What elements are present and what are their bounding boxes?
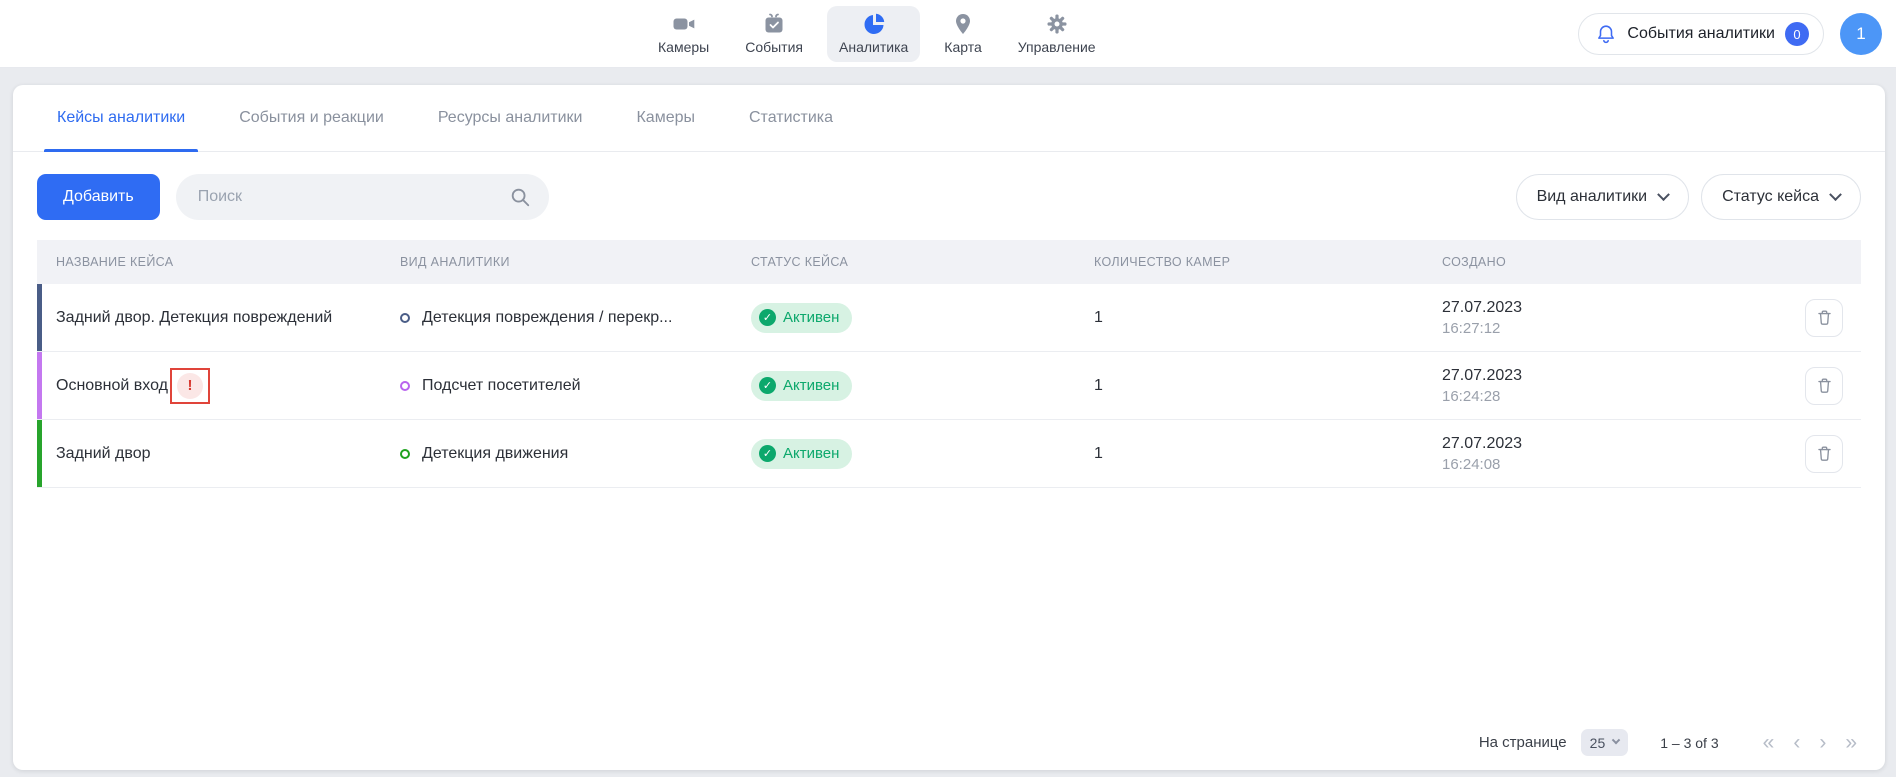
created-date: 27.07.2023 <box>1442 367 1781 385</box>
nav-label: События <box>745 39 803 55</box>
status-badge: ✓Активен <box>751 371 852 401</box>
tab-cameras[interactable]: Камеры <box>623 85 708 151</box>
analytics-type-icon <box>400 313 410 323</box>
top-header-bar: Камеры События Аналитика Карта Управлени… <box>0 0 1896 68</box>
analytics-type-label: Подсчет посетителей <box>422 377 581 395</box>
search-field <box>176 174 549 220</box>
col-header-analytics-type: ВИД АНАЛИТИКИ <box>400 255 751 269</box>
bell-icon <box>1595 23 1617 45</box>
created-time: 16:27:12 <box>1442 320 1781 337</box>
col-header-case-name: НАЗВАНИЕ КЕЙСА <box>56 255 400 269</box>
filter-label: Вид аналитики <box>1537 188 1648 206</box>
previous-page-icon[interactable]: ‹ <box>1793 732 1800 753</box>
alert-exclamation-icon: ! <box>177 373 203 399</box>
chevron-down-icon <box>1612 735 1620 743</box>
row-accent-bar <box>37 420 42 487</box>
search-icon <box>509 186 531 213</box>
status-badge: ✓Активен <box>751 303 852 333</box>
col-header-camera-count: КОЛИЧЕСТВО КАМЕР <box>1094 255 1442 269</box>
page-range: 1 – 3 of 3 <box>1660 735 1718 751</box>
camera-count: 1 <box>1094 377 1442 395</box>
first-page-icon[interactable]: « <box>1763 732 1775 753</box>
delete-case-button[interactable] <box>1805 367 1843 405</box>
nav-label: Карта <box>944 39 981 55</box>
video-camera-icon <box>672 12 696 36</box>
created-cell: 27.07.2023 16:24:08 <box>1442 435 1781 473</box>
nav-item-management[interactable]: Управление <box>1006 6 1108 62</box>
nav-item-cameras[interactable]: Камеры <box>646 6 721 62</box>
trash-icon <box>1815 376 1834 395</box>
created-cell: 27.07.2023 16:24:28 <box>1442 367 1781 405</box>
main-navigation: Камеры События Аналитика Карта Управлени… <box>646 0 1108 68</box>
check-circle-icon: ✓ <box>759 377 776 394</box>
nav-label: Камеры <box>658 39 709 55</box>
status-badge: ✓Активен <box>751 439 852 469</box>
map-pin-icon <box>951 12 975 36</box>
filter-case-status[interactable]: Статус кейса <box>1701 174 1861 220</box>
table-row[interactable]: Основной вход ! Подсчет посетителей ✓Акт… <box>37 352 1861 420</box>
created-cell: 27.07.2023 16:27:12 <box>1442 299 1781 337</box>
next-page-icon[interactable]: › <box>1819 732 1826 753</box>
nav-item-events[interactable]: События <box>733 6 815 62</box>
calendar-check-icon <box>762 12 786 36</box>
analytics-type-icon <box>400 381 410 391</box>
content-card: Кейсы аналитики События и реакции Ресурс… <box>13 85 1885 770</box>
col-header-created: СОЗДАНО <box>1442 255 1781 269</box>
chevron-down-icon <box>1657 188 1670 201</box>
table-row[interactable]: Задний двор Детекция движения ✓Активен 1… <box>37 420 1861 488</box>
created-time: 16:24:28 <box>1442 388 1781 405</box>
created-date: 27.07.2023 <box>1442 435 1781 453</box>
toolbar: Добавить Вид аналитики Статус кейса <box>37 174 1861 220</box>
analytics-type-label: Детекция движения <box>422 445 568 463</box>
tab-analytics-cases[interactable]: Кейсы аналитики <box>44 85 198 151</box>
camera-count: 1 <box>1094 309 1442 327</box>
analytics-events-button[interactable]: События аналитики 0 <box>1578 13 1824 55</box>
cases-table: НАЗВАНИЕ КЕЙСА ВИД АНАЛИТИКИ СТАТУС КЕЙС… <box>37 240 1861 488</box>
chevron-down-icon <box>1829 188 1842 201</box>
created-date: 27.07.2023 <box>1442 299 1781 317</box>
nav-label: Управление <box>1018 39 1096 55</box>
user-avatar[interactable]: 1 <box>1840 13 1882 55</box>
row-accent-bar <box>37 284 42 351</box>
table-row[interactable]: Задний двор. Детекция повреждений Детекц… <box>37 284 1861 352</box>
last-page-icon[interactable]: » <box>1845 732 1857 753</box>
delete-case-button[interactable] <box>1805 299 1843 337</box>
header-right-controls: События аналитики 0 1 <box>1578 0 1882 68</box>
analytics-type-icon <box>400 449 410 459</box>
search-input[interactable] <box>176 174 549 220</box>
nav-item-map[interactable]: Карта <box>932 6 993 62</box>
add-button[interactable]: Добавить <box>37 174 160 220</box>
per-page-select[interactable]: 25 <box>1581 729 1629 756</box>
pager-controls: « ‹ › » <box>1763 732 1857 753</box>
row-accent-bar <box>37 352 42 419</box>
case-name: Основной вход <box>56 377 168 395</box>
per-page-label: На странице <box>1479 734 1567 751</box>
gear-icon <box>1045 12 1069 36</box>
filter-label: Статус кейса <box>1722 188 1819 206</box>
tab-events-reactions[interactable]: События и реакции <box>226 85 397 151</box>
camera-count: 1 <box>1094 445 1442 463</box>
case-name: Задний двор <box>56 445 151 463</box>
case-name: Задний двор. Детекция повреждений <box>56 309 332 327</box>
filter-analytics-type[interactable]: Вид аналитики <box>1516 174 1690 220</box>
trash-icon <box>1815 308 1834 327</box>
col-header-case-status: СТАТУС КЕЙСА <box>751 255 1094 269</box>
annotation-highlight-box: ! <box>170 368 210 404</box>
delete-case-button[interactable] <box>1805 435 1843 473</box>
pagination-bar: На странице 25 1 – 3 of 3 « ‹ › » <box>1479 729 1857 756</box>
analytics-events-label: События аналитики <box>1627 25 1775 43</box>
check-circle-icon: ✓ <box>759 309 776 326</box>
tab-analytics-resources[interactable]: Ресурсы аналитики <box>425 85 596 151</box>
tab-statistics[interactable]: Статистика <box>736 85 846 151</box>
created-time: 16:24:08 <box>1442 456 1781 473</box>
nav-label: Аналитика <box>839 39 908 55</box>
analytics-tabs: Кейсы аналитики События и реакции Ресурс… <box>13 85 1885 152</box>
pie-chart-icon <box>862 12 886 36</box>
check-circle-icon: ✓ <box>759 445 776 462</box>
trash-icon <box>1815 444 1834 463</box>
table-header: НАЗВАНИЕ КЕЙСА ВИД АНАЛИТИКИ СТАТУС КЕЙС… <box>37 240 1861 284</box>
events-count-badge: 0 <box>1785 22 1809 46</box>
analytics-type-label: Детекция повреждения / перекр... <box>422 309 672 327</box>
nav-item-analytics[interactable]: Аналитика <box>827 6 920 62</box>
